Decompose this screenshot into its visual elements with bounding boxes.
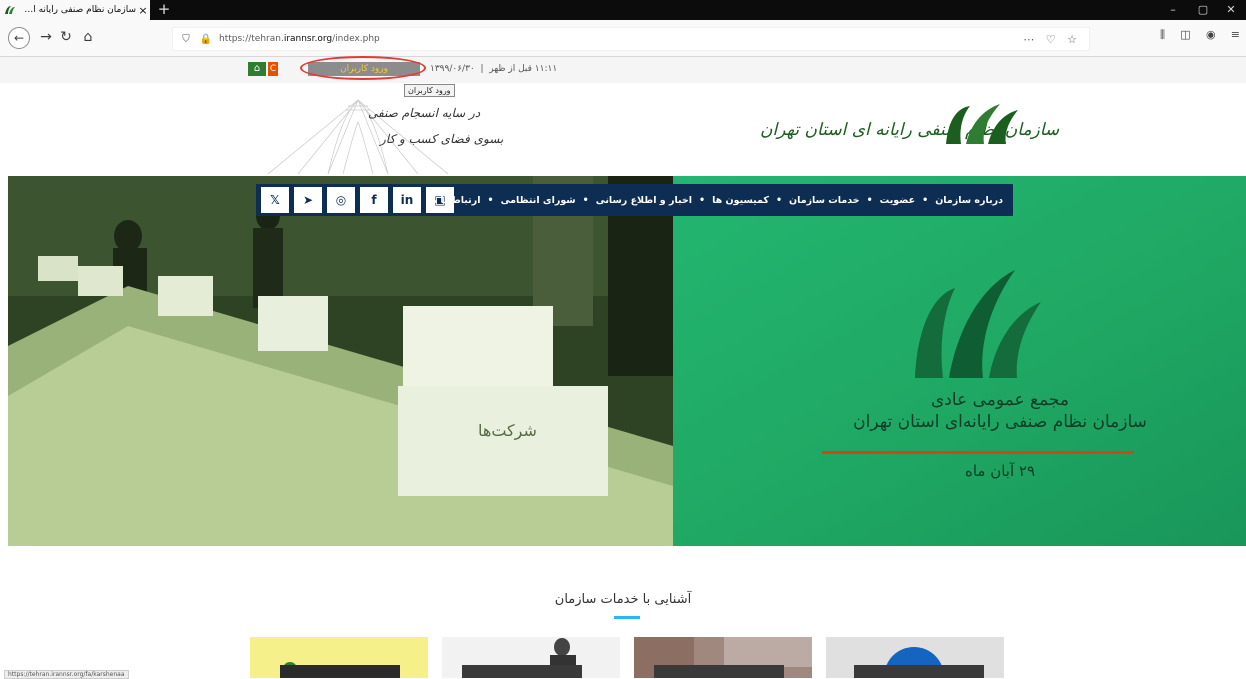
tab-title: سازمان نظام صنفی رایانه ای تهران <box>20 5 136 15</box>
site-home-button[interactable]: ⌂ <box>248 62 266 76</box>
menu-icon[interactable]: ≡ <box>1231 28 1240 48</box>
service-card-4[interactable] <box>826 637 1004 678</box>
nav-item-about[interactable]: درباره سازمان <box>935 195 1003 206</box>
minimize-button[interactable]: – <box>1158 0 1188 20</box>
nav-menu: درباره سازمان • عضویت • خدمات سازمان • کمیس… <box>428 184 1003 216</box>
forward-icon[interactable]: → <box>36 27 56 47</box>
service-card-1[interactable] <box>250 637 428 678</box>
account-icon[interactable]: ◉ <box>1206 28 1216 48</box>
highlight-circle <box>300 56 426 80</box>
nav-separator: • <box>922 194 929 206</box>
tab-close-icon[interactable]: × <box>136 4 150 17</box>
maximize-button[interactable]: ▢ <box>1188 0 1218 20</box>
section-title: آشنایی با خدمات سازمان <box>554 592 692 607</box>
twitter-icon[interactable]: 𝕏 <box>261 187 289 213</box>
site-topbar <box>0 57 1246 83</box>
hero-divider <box>822 451 1134 454</box>
shield-icon: ⛉ <box>182 33 190 45</box>
reload-icon[interactable]: ↻ <box>56 27 76 47</box>
site-lang-button[interactable]: C <box>268 62 278 76</box>
nav-item-contact[interactable]: ارتباط با ما <box>428 195 481 206</box>
ballot-box-label: شرکت‌ها <box>478 421 537 441</box>
nav-item-disciplinary[interactable]: شورای انتظامی <box>501 195 576 206</box>
section-underline <box>614 616 640 619</box>
date: ۱۳۹۹/۰۶/۳۰ <box>430 64 475 74</box>
new-tab-button[interactable]: + <box>156 0 172 20</box>
hero-title: مجمع عمومی عادی <box>931 390 1069 410</box>
page-actions-icons[interactable]: ⋯ ♡ ☆ <box>1023 33 1081 46</box>
org-logo-icon[interactable] <box>942 100 1022 146</box>
close-window-button[interactable]: ✕ <box>1216 0 1246 20</box>
linkedin-icon[interactable]: in <box>393 187 421 213</box>
tab-bar <box>0 0 1246 20</box>
instagram-icon[interactable]: ◎ <box>327 187 355 213</box>
nav-separator: • <box>775 194 783 206</box>
nav-item-membership[interactable]: عضویت <box>880 195 915 206</box>
lock-icon: 🔒 <box>199 33 213 45</box>
hero-banner: شرکت‌ها 𝕏 ➤ ◎ f in ▣ درباره سازمان • عضوی… <box>8 176 1246 546</box>
main-navigation: 𝕏 ➤ ◎ f in ▣ درباره سازمان • عضویت • خدمات… <box>256 184 1013 216</box>
nav-item-commissions[interactable]: کمیسیون ها <box>712 195 769 206</box>
facebook-icon[interactable]: f <box>360 187 388 213</box>
nav-separator: • <box>866 194 873 206</box>
nav-item-news[interactable]: اخبار و اطلاع رسانی <box>596 195 692 206</box>
hero-subtitle: سازمان نظام صنفی رایانه‌ای استان تهران <box>853 412 1147 432</box>
datetime: ۱۱:۱۱ قبل از ظهر | ۱۳۹۹/۰۶/۳۰ <box>430 64 558 74</box>
hero-date: ۲۹ آبان ماه <box>964 462 1036 480</box>
nav-item-services[interactable]: خدمات سازمان <box>789 195 860 206</box>
telegram-icon[interactable]: ➤ <box>294 187 322 213</box>
service-card-3[interactable] <box>634 637 812 678</box>
back-button[interactable]: ← <box>8 27 30 49</box>
slogan-line1: در سایه انسجام صنفی <box>368 106 481 120</box>
nav-separator: • <box>487 194 494 206</box>
browser-toolbar-icons: ⫼ ◫ ◉ ≡ <box>1160 28 1240 48</box>
library-icon[interactable]: ⫼ <box>1160 28 1165 48</box>
browser-tab[interactable]: × سازمان نظام صنفی رایانه ای تهران <box>0 0 150 20</box>
hero-photo: شرکت‌ها <box>8 176 673 546</box>
url-text: https://tehran.irannsr.org/index.php <box>219 34 380 44</box>
url-bar[interactable]: ⛉ 🔒 https://tehran.irannsr.org/index.php… <box>172 27 1090 51</box>
org-mark-icon <box>915 270 1041 378</box>
site-favicon-icon <box>5 6 15 14</box>
sidebar-icon[interactable]: ◫ <box>1180 28 1190 48</box>
home-icon[interactable]: ⌂ <box>78 27 98 47</box>
nav-separator: • <box>699 194 706 206</box>
service-card-2[interactable] <box>442 637 620 678</box>
time: ۱۱:۱۱ قبل از ظهر <box>489 64 558 74</box>
nav-separator: • <box>582 194 589 206</box>
slogan-line2: بسوی فضای کسب و کار <box>380 132 504 146</box>
